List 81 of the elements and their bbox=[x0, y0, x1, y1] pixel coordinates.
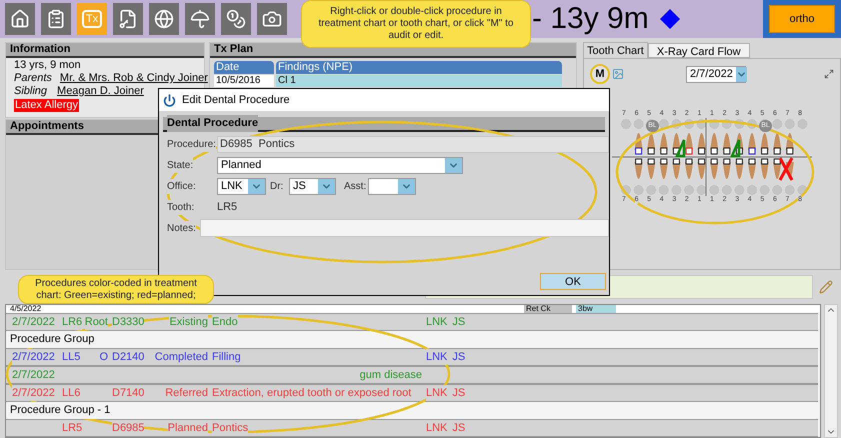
field-label: Procedure: bbox=[167, 137, 216, 152]
callout-text: Procedures color-coded in treatment chart: Green=existing; red=planned; bbox=[34, 278, 198, 302]
panel-title: Information bbox=[10, 42, 70, 58]
office-cell: LNK bbox=[426, 384, 448, 402]
group-label: Procedure Group - 1 bbox=[10, 402, 110, 419]
scrollbar[interactable] bbox=[824, 304, 838, 438]
toolbar-button[interactable] bbox=[41, 3, 71, 35]
category-button[interactable]: ortho bbox=[769, 5, 835, 33]
upper-teeth[interactable] bbox=[634, 133, 794, 154]
socket-circle bbox=[696, 185, 707, 195]
image-icon bbox=[612, 68, 624, 80]
parents-label: Parents bbox=[14, 72, 52, 85]
toolbar-button[interactable] bbox=[5, 3, 35, 35]
toolbar-button[interactable] bbox=[221, 3, 251, 35]
assistant-dropdown[interactable] bbox=[368, 178, 416, 195]
socket-circle bbox=[658, 119, 669, 129]
socket-circle bbox=[772, 119, 782, 129]
dialog-title: Edit Dental Procedure bbox=[182, 92, 290, 108]
diamond-icon bbox=[658, 8, 681, 30]
toolbar-button[interactable] bbox=[185, 3, 215, 35]
camera-icon bbox=[262, 9, 282, 29]
table-cell: 3bw bbox=[576, 305, 616, 313]
office-dropdown[interactable]: LNK bbox=[217, 178, 266, 195]
date-cell: 4/5/2022 bbox=[10, 305, 42, 313]
lower-teeth[interactable] bbox=[634, 158, 794, 179]
table-cell: 10/5/2016 bbox=[214, 75, 274, 87]
column-header[interactable]: Date bbox=[214, 61, 274, 74]
x-mark bbox=[778, 156, 794, 182]
expand-icon bbox=[824, 69, 834, 79]
procedure-field: D6985 Pontics bbox=[217, 136, 609, 153]
doctor-dropdown[interactable]: JS bbox=[289, 178, 336, 195]
toolbar-button[interactable] bbox=[149, 3, 179, 35]
triangle-mark bbox=[730, 138, 740, 158]
callout-text: Right-click or double-click procedure in treatment chart or tooth chart, or click "M" to audit or edit. bbox=[318, 6, 514, 42]
socket-circle bbox=[621, 185, 631, 195]
umbrella-icon bbox=[190, 9, 210, 29]
parents-link[interactable]: Mr. & Mrs. Rob & Cindy Joiner bbox=[60, 72, 208, 85]
section-title: Dental Procedure bbox=[167, 115, 258, 132]
notes-field[interactable] bbox=[200, 219, 609, 237]
socket-circle bbox=[709, 119, 720, 129]
status-cell: Existing bbox=[169, 314, 208, 330]
field-label: Tooth: bbox=[167, 200, 194, 214]
socket-circle bbox=[722, 119, 732, 129]
ok-button[interactable]: OK bbox=[540, 273, 606, 290]
socket-circle bbox=[671, 119, 682, 129]
toolbar-button[interactable] bbox=[113, 3, 143, 35]
audit-button[interactable]: M bbox=[590, 64, 610, 84]
field-label: State: bbox=[167, 158, 194, 173]
document-key-icon bbox=[118, 9, 138, 29]
chart-tab[interactable]: Tooth Chart bbox=[583, 42, 648, 58]
patient-age-title: - 13y 9m bbox=[532, 1, 649, 37]
field-label: Office: bbox=[167, 179, 196, 194]
checklist-icon bbox=[46, 9, 66, 29]
date-cell: 2/7/2022 bbox=[12, 348, 55, 366]
group-label: Procedure Group bbox=[10, 331, 94, 348]
column-header[interactable]: Findings (NPE) bbox=[276, 61, 562, 74]
procedure-row[interactable]: 2/7/2022 LL5 O D2140 Completed Filling LNK JS bbox=[6, 348, 818, 366]
globe-icon bbox=[154, 9, 174, 29]
socket-circle bbox=[696, 119, 707, 129]
toolbar-button[interactable] bbox=[257, 3, 287, 35]
coins-icon bbox=[226, 9, 246, 29]
sibling-link[interactable]: Meagan D. Joiner bbox=[57, 85, 144, 98]
date-dropdown[interactable]: 2/7/2022 bbox=[686, 66, 746, 82]
socket-circle bbox=[734, 119, 744, 129]
table-cell: Cl 1 bbox=[276, 75, 562, 87]
sibling-label: Sibling bbox=[14, 85, 48, 98]
socket-circle bbox=[684, 119, 694, 129]
state-dropdown[interactable]: Planned bbox=[217, 157, 463, 174]
panel-title: Tx Plan bbox=[214, 42, 254, 58]
power-icon bbox=[163, 94, 176, 106]
socket-circle bbox=[797, 185, 808, 195]
office-cell: LNK bbox=[426, 348, 448, 366]
panel-title: Appointments bbox=[10, 119, 84, 134]
age-text: 13 yrs, 9 mon bbox=[14, 59, 81, 72]
table-cell: Ret Ck bbox=[524, 305, 572, 313]
socket-circle bbox=[747, 119, 757, 129]
triangle-mark bbox=[675, 138, 686, 158]
chart-tab[interactable]: X-Ray Card Flow bbox=[648, 43, 750, 58]
home-icon bbox=[10, 9, 30, 29]
allergy-alert: Latex Allergy bbox=[14, 99, 79, 112]
date-cell: 2/7/2022 bbox=[12, 384, 55, 402]
